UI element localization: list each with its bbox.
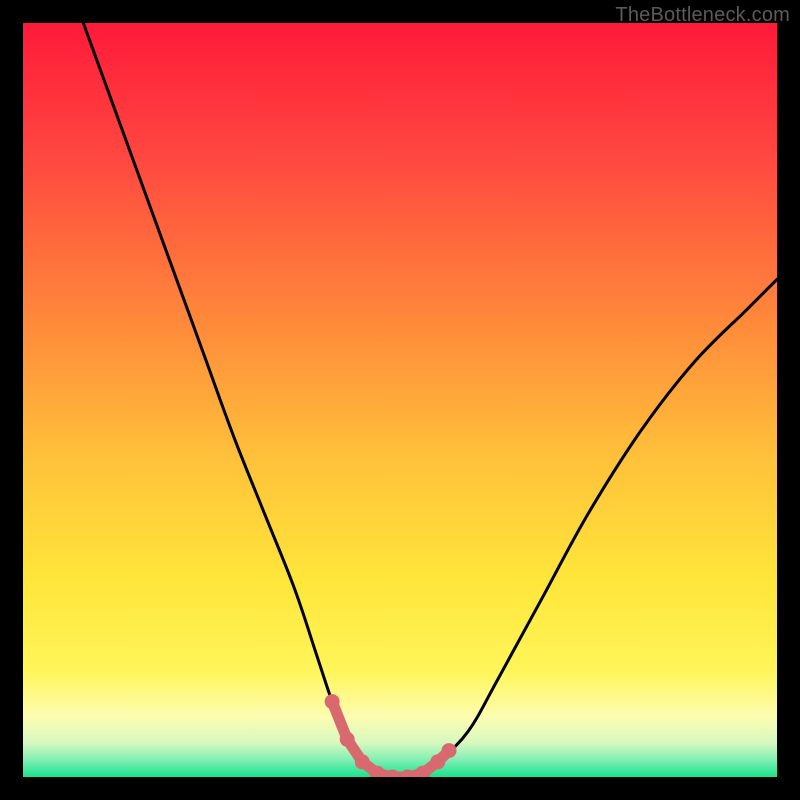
marker-dot — [430, 754, 445, 769]
marker-dot — [340, 732, 355, 747]
watermark-text: TheBottleneck.com — [615, 4, 790, 27]
chart-svg — [23, 23, 777, 777]
chart-plot-area — [23, 23, 777, 777]
marker-dot — [325, 694, 340, 709]
marker-dot — [442, 743, 457, 758]
marker-dot — [355, 754, 370, 769]
